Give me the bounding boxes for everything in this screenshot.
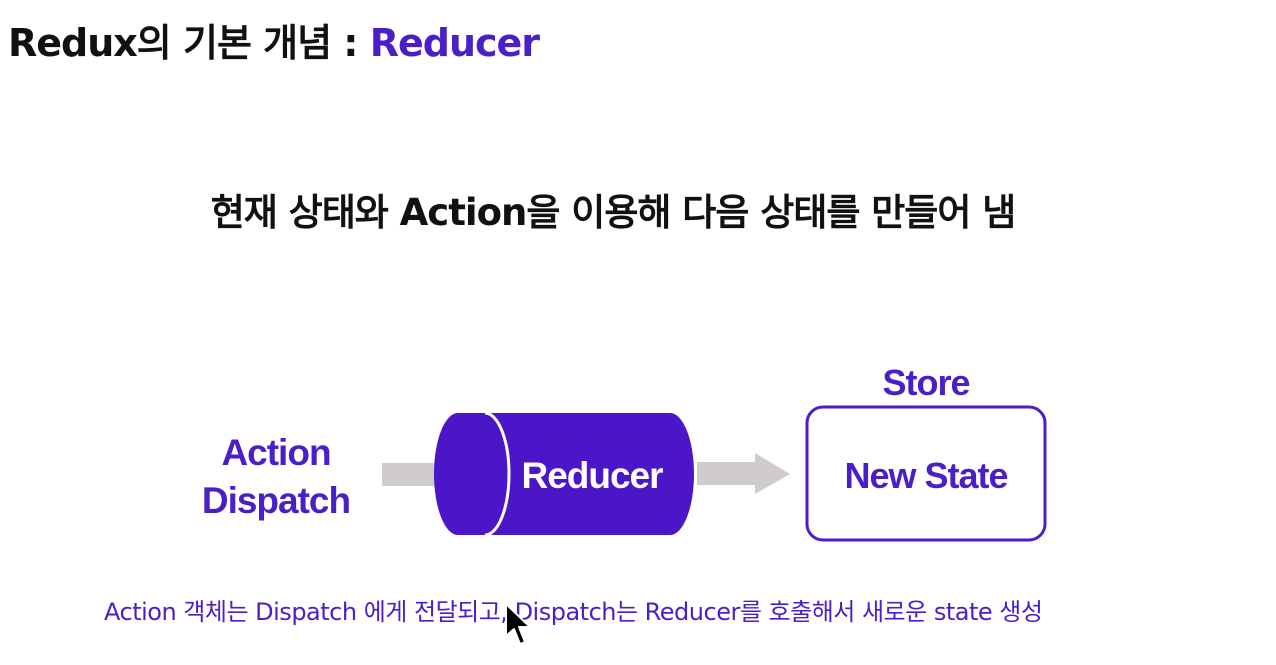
store-label: Store xyxy=(882,362,969,403)
arrow-to-store-icon xyxy=(697,453,790,494)
reducer-cylinder: Reducer xyxy=(434,411,694,537)
action-label: Action xyxy=(221,432,330,473)
dispatch-label: Dispatch xyxy=(202,480,350,521)
new-state-label: New State xyxy=(844,455,1007,496)
reducer-flow-diagram: Action Dispatch Reducer Store New State xyxy=(202,362,1047,542)
reducer-label: Reducer xyxy=(521,455,663,496)
diagram-caption: Action 객체는 Dispatch 에게 전달되고, Dispatch는 R… xyxy=(104,598,1043,626)
cursor-arrow-icon xyxy=(505,603,531,645)
